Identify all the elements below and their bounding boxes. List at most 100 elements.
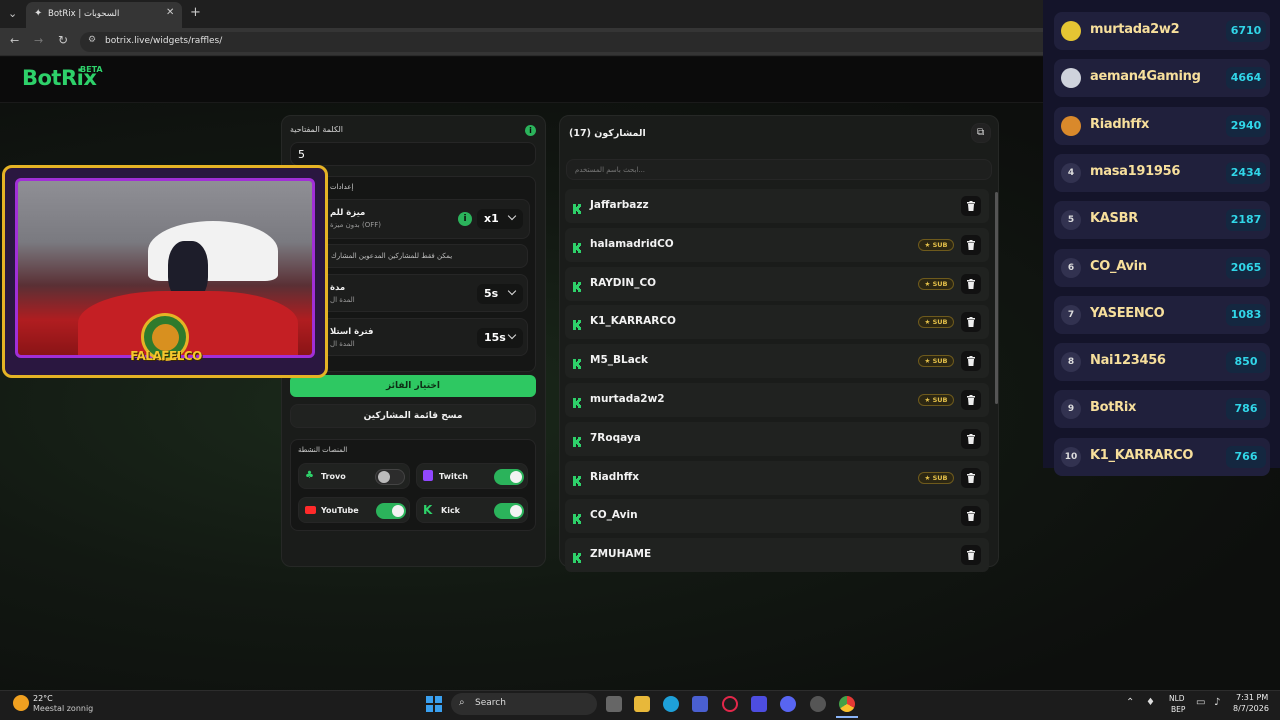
site-settings-icon[interactable]: ⚙ [88, 35, 96, 45]
leaderboard-row: murtada2w2 6710 [1054, 12, 1270, 50]
leaderboard-score: 6710 [1226, 20, 1266, 42]
medal-icon [1061, 21, 1081, 41]
lang-primary[interactable]: NLD [1169, 694, 1185, 703]
leaderboard-row: 5 KASBR 2187 [1054, 201, 1270, 239]
store-icon[interactable] [692, 696, 708, 712]
participant-name: Riadhffx [590, 471, 640, 483]
kick-icon [572, 510, 584, 524]
chrome-icon[interactable] [839, 696, 855, 712]
discord-icon[interactable] [780, 696, 796, 712]
delete-participant-button[interactable] [961, 390, 981, 410]
duration-value: 5s [484, 287, 499, 300]
interval-title: فترة استلا [330, 327, 374, 337]
leaderboard-score: 786 [1226, 398, 1266, 420]
reload-icon[interactable]: ↻ [58, 33, 68, 47]
leaderboard-name: KASBR [1090, 211, 1138, 226]
tray-chevron-icon[interactable]: ⌃ [1126, 697, 1134, 708]
participant-row: Jaffarbazz [565, 189, 989, 223]
kick-icon [572, 433, 584, 447]
obs-icon[interactable] [810, 696, 826, 712]
sub-multiplier-desc: بدون ميزة (OFF) [330, 221, 382, 229]
trovo-toggle[interactable] [375, 469, 405, 485]
kick-toggle[interactable] [494, 503, 524, 519]
opera-icon[interactable] [722, 696, 738, 712]
keyword-label: الكلمة المفتاحية [290, 125, 344, 134]
participant-name: murtada2w2 [590, 393, 665, 405]
tab-list-icon[interactable]: ⌄ [8, 7, 17, 20]
task-view-icon[interactable] [606, 696, 622, 712]
delete-participant-button[interactable] [961, 506, 981, 526]
leaderboard-row: aeman4Gaming 4664 [1054, 59, 1270, 97]
active-app-indicator [836, 716, 858, 718]
url-text: botrix.live/widgets/raffles/ [105, 36, 223, 46]
back-icon[interactable]: ← [10, 34, 19, 47]
participant-name: K1_KARRARCO [590, 315, 676, 327]
windows-start-icon[interactable] [426, 696, 442, 712]
pick-winner-button[interactable]: اختيار الفائز [290, 375, 536, 397]
delete-participant-button[interactable] [961, 274, 981, 294]
sub-multiplier-select[interactable]: x1 [477, 209, 523, 229]
delete-participant-button[interactable] [961, 545, 981, 565]
edge-icon[interactable] [663, 696, 679, 712]
delete-participant-button[interactable] [961, 235, 981, 255]
tab-close-icon[interactable]: ✕ [166, 7, 174, 18]
delete-participant-button[interactable] [961, 312, 981, 332]
microphone-icon[interactable]: ♦ [1146, 697, 1155, 708]
interval-desc: المدة ال [330, 340, 355, 348]
delete-participant-button[interactable] [961, 429, 981, 449]
participants-title: المشاركون (17) [569, 128, 646, 139]
browser-tab[interactable]: ✦ BotRix | السحوبات ✕ [26, 2, 182, 28]
duration-select[interactable]: 5s [477, 284, 523, 304]
clear-participants-button[interactable]: مسح قائمة المشاركين [290, 404, 536, 428]
url-input[interactable]: ⚙ botrix.live/widgets/raffles/ [80, 32, 1060, 52]
delete-participant-button[interactable] [961, 468, 981, 488]
kick-icon [572, 394, 584, 408]
twitch-toggle[interactable] [494, 469, 524, 485]
trash-icon [967, 201, 975, 211]
forward-icon[interactable]: → [34, 34, 43, 47]
trash-icon [967, 395, 975, 405]
file-explorer-icon[interactable] [634, 696, 650, 712]
medal-icon [1061, 68, 1081, 88]
participants-scrollbar[interactable] [995, 192, 998, 404]
participant-name: Jaffarbazz [590, 199, 649, 211]
chevron-down-icon [507, 211, 517, 221]
keyword-input[interactable]: 5 [290, 142, 536, 166]
leaderboard-name: Riadhffx [1090, 117, 1150, 132]
mascot-face [152, 324, 179, 351]
leaderboard-row: 7 YASEENCO 1083 [1054, 296, 1270, 334]
participant-name: halamadridCO [590, 238, 674, 250]
delete-participant-button[interactable] [961, 196, 981, 216]
interval-select[interactable]: 15s [477, 328, 523, 348]
network-icon[interactable]: ▭ [1196, 697, 1205, 708]
participant-row: murtada2w2 ★ SUB [565, 383, 989, 417]
weather-desc[interactable]: Meestal zonnig [33, 704, 93, 713]
new-tab-icon[interactable]: + [190, 5, 201, 20]
clock-time[interactable]: 7:31 PM [1236, 693, 1268, 702]
sub-badge: ★ SUB [918, 278, 954, 290]
weather-icon[interactable] [13, 695, 29, 711]
copy-list-button[interactable]: ⧉ [971, 123, 991, 143]
taskbar-search-label: Search [475, 698, 506, 708]
participant-search-input[interactable]: ابحث باسم المستخدم... [566, 159, 992, 180]
app-icon[interactable] [751, 696, 767, 712]
falafelco-wordmark: FALAFELCO [130, 349, 202, 363]
chevron-down-icon [507, 286, 517, 296]
settings-section-label: إعدادات [330, 183, 354, 191]
copy-icon: ⧉ [977, 127, 985, 138]
sub-info-icon[interactable]: i [458, 212, 472, 226]
taskbar-search[interactable]: ⌕ Search [451, 693, 597, 715]
leaderboard-score: 2187 [1226, 209, 1266, 231]
lang-secondary[interactable]: BEP [1171, 705, 1185, 714]
search-icon: ⌕ [459, 697, 465, 708]
volume-icon[interactable]: ♪ [1214, 697, 1220, 708]
participant-row: K1_KARRARCO ★ SUB [565, 305, 989, 339]
delete-participant-button[interactable] [961, 351, 981, 371]
keyword-info-icon[interactable]: i [525, 125, 536, 136]
weather-temp[interactable]: 22°C [33, 694, 53, 703]
youtube-toggle[interactable] [376, 503, 406, 519]
trash-icon [967, 434, 975, 444]
interval-value: 15s [484, 331, 506, 344]
platform-name: Kick [441, 506, 461, 515]
clock-date[interactable]: 8/7/2026 [1233, 704, 1269, 713]
